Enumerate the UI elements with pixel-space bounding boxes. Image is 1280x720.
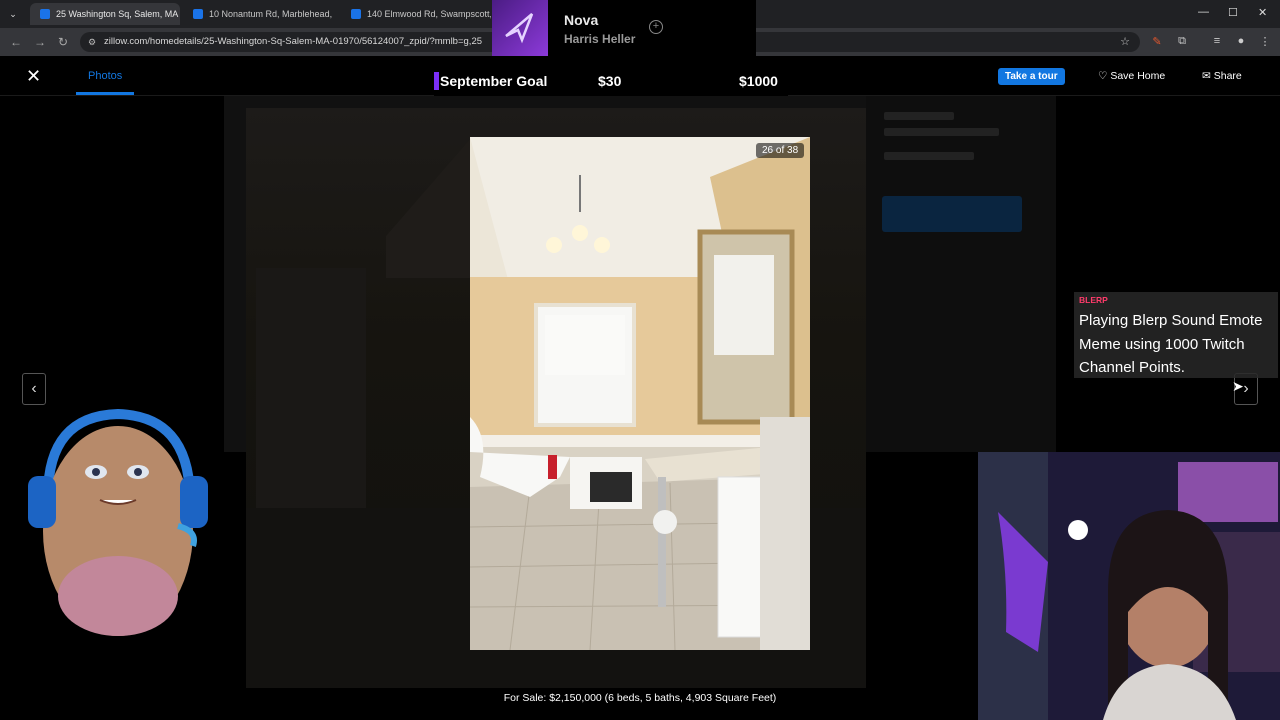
- heart-icon: ♡: [1098, 70, 1108, 82]
- url-text: zillow.com/homedetails/25-Washington-Sq-…: [104, 36, 483, 47]
- alert-subtitle: Harris Heller: [564, 32, 636, 46]
- close-viewer-button[interactable]: ✕: [26, 66, 41, 87]
- back-icon[interactable]: ←: [10, 35, 22, 49]
- dimmed-price-line: [884, 112, 954, 120]
- tab-title: 25 Washington Sq, Salem, MA 0: [56, 9, 180, 19]
- stream-alert-widget: Nova Harris Heller +: [492, 0, 756, 56]
- share-label: Share: [1213, 70, 1242, 82]
- goal-target-amount: $1000: [739, 73, 778, 89]
- profile-avatar[interactable]: ●: [1234, 35, 1248, 49]
- dimmed-facts-line: [884, 128, 999, 136]
- media-control-icon[interactable]: ≡: [1210, 35, 1224, 49]
- streamer-webcam: [978, 452, 1280, 720]
- mouse-pointer-icon: ➤: [1232, 378, 1244, 394]
- vtuber-potato-avatar: [18, 396, 218, 646]
- share-button[interactable]: ✉ Share: [1202, 70, 1242, 82]
- browser-menu-icon[interactable]: ⋮: [1258, 35, 1272, 49]
- dimmed-listing-sidebar: [866, 96, 1056, 452]
- goal-current-amount: $30: [598, 73, 622, 89]
- tab-title: 10 Nonantum Rd, Marblehead,: [209, 9, 333, 19]
- stream-goal-bar: September Goal $30 $1000: [434, 66, 788, 96]
- blerp-tag: BLERP: [1079, 295, 1108, 305]
- extension-icon[interactable]: ✎: [1150, 35, 1164, 49]
- extensions-puzzle-icon[interactable]: ⧉: [1175, 35, 1189, 49]
- envelope-icon: ✉: [1202, 70, 1211, 82]
- save-home-label: Save Home: [1110, 70, 1166, 82]
- tab-title: 140 Elmwood Rd, Swampscott,: [367, 9, 491, 19]
- maximize-icon[interactable]: ☐: [1228, 6, 1238, 19]
- minimize-icon[interactable]: —: [1198, 6, 1209, 18]
- blerp-alert: BLERP Playing Blerp Sound Emote Meme usi…: [1074, 292, 1278, 378]
- zillow-favicon-icon: [193, 9, 203, 19]
- dimmed-request-tour-button: [882, 196, 1022, 232]
- site-info-icon[interactable]: ⚙: [88, 32, 96, 52]
- listing-photo-bathroom[interactable]: [470, 137, 810, 650]
- blerp-message: Playing Blerp Sound Emote Meme using 100…: [1079, 312, 1263, 376]
- window-close-icon[interactable]: ✕: [1258, 6, 1267, 19]
- forward-icon[interactable]: →: [34, 35, 46, 49]
- reload-icon[interactable]: ↻: [58, 35, 68, 49]
- browser-tab-1[interactable]: 25 Washington Sq, Salem, MA 0 ✕: [30, 3, 180, 25]
- alert-name: Nova: [564, 12, 599, 28]
- bookmark-star-icon[interactable]: ☆: [1118, 35, 1132, 49]
- tab-list-icon[interactable]: ⌄: [6, 7, 20, 21]
- browser-tab-2[interactable]: 10 Nonantum Rd, Marblehead, ✕: [183, 3, 338, 25]
- take-tour-button[interactable]: Take a tour: [998, 68, 1065, 85]
- photo-counter: 26 of 38: [756, 143, 805, 158]
- zillow-favicon-icon: [351, 9, 361, 19]
- goal-progress-accent: [434, 72, 439, 90]
- bathroom-photo-image: [470, 137, 810, 650]
- dimmed-address-line: [884, 152, 974, 160]
- zillow-favicon-icon: [40, 9, 50, 19]
- save-home-button[interactable]: ♡ Save Home: [1098, 70, 1165, 82]
- tab-photos[interactable]: Photos: [75, 70, 135, 95]
- streamelements-logo-icon: [492, 0, 548, 56]
- add-circle-icon: +: [649, 20, 663, 34]
- goal-title: September Goal: [440, 73, 548, 89]
- browser-tab-3[interactable]: 140 Elmwood Rd, Swampscott,: [341, 3, 491, 25]
